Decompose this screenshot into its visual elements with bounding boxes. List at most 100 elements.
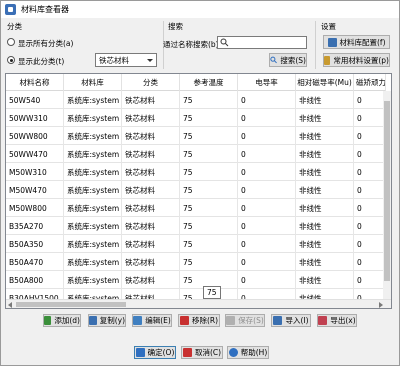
table-row[interactable]: M50W800 系统库:system 铁芯材料 75 0 非线性 0 (6, 199, 386, 217)
search-button[interactable]: 搜索(S) (269, 53, 307, 67)
table-cell[interactable]: 75 (180, 109, 238, 127)
table-cell[interactable]: 0 (238, 271, 296, 289)
table-cell[interactable]: 系统库:system (64, 217, 122, 235)
table-row[interactable]: 50WW310 系统库:system 铁芯材料 75 0 非线性 0 (6, 109, 386, 127)
table-cell[interactable]: 0 (354, 91, 386, 109)
cancel-button[interactable]: 取消(C) (181, 346, 223, 359)
table-cell[interactable]: 0 (238, 145, 296, 163)
table-cell[interactable]: 铁芯材料 (122, 145, 180, 163)
table-cell[interactable]: 系统库:system (64, 181, 122, 199)
table-cell[interactable]: 系统库:system (64, 253, 122, 271)
save-button[interactable]: 保存(S) (225, 314, 265, 327)
table-row[interactable]: 50W540 系统库:system 铁芯材料 75 0 非线性 0 (6, 91, 386, 109)
table-cell[interactable]: M50W470 (6, 181, 64, 199)
table-cell[interactable]: 铁芯材料 (122, 253, 180, 271)
common-material-settings-button[interactable]: 常用材料设置(p) (323, 53, 390, 67)
table-cell[interactable]: 系统库:system (64, 145, 122, 163)
table-row[interactable]: B35A270 系统库:system 铁芯材料 75 0 非线性 0 (6, 217, 386, 235)
export-button[interactable]: 导出(x) (317, 314, 357, 327)
edit-button[interactable]: 编辑(E) (132, 314, 172, 327)
table-cell[interactable]: 系统库:system (64, 91, 122, 109)
table-cell[interactable]: M50W310 (6, 163, 64, 181)
table-cell[interactable]: 铁芯材料 (122, 163, 180, 181)
table-cell[interactable]: 0 (238, 235, 296, 253)
table-row[interactable]: M50W470 系统库:system 铁芯材料 75 0 非线性 0 (6, 181, 386, 199)
show-all-categories-label[interactable]: 显示所有分类(a) (18, 38, 73, 49)
vertical-scrollbar[interactable] (383, 91, 391, 300)
library-config-button[interactable]: 材料库配置(f) (323, 35, 390, 49)
table-cell[interactable]: 0 (238, 127, 296, 145)
table-cell[interactable]: 非线性 (296, 271, 354, 289)
materials-table[interactable]: 材料名称 材料库 分类 参考温度 电导率 相对磁导率(Mu) 磁矫顽力( 50W… (5, 73, 392, 309)
table-cell[interactable]: 铁芯材料 (122, 217, 180, 235)
table-cell[interactable]: 铁芯材料 (122, 91, 180, 109)
table-cell[interactable]: 50WW470 (6, 145, 64, 163)
table-cell[interactable]: 非线性 (296, 253, 354, 271)
table-cell[interactable]: 75 (180, 127, 238, 145)
table-row[interactable]: 50WW800 系统库:system 铁芯材料 75 0 非线性 0 (6, 127, 386, 145)
table-cell[interactable]: 非线性 (296, 145, 354, 163)
table-row[interactable]: 50WW470 系统库:system 铁芯材料 75 0 非线性 0 (6, 145, 386, 163)
table-cell[interactable]: 铁芯材料 (122, 181, 180, 199)
table-cell[interactable]: 75 (180, 163, 238, 181)
table-row[interactable]: B50A350 系统库:system 铁芯材料 75 0 非线性 0 (6, 235, 386, 253)
table-cell[interactable]: 非线性 (296, 163, 354, 181)
scrollbar-thumb[interactable] (384, 101, 390, 281)
scrollbar-thumb[interactable] (16, 302, 126, 307)
column-header[interactable]: 参考温度 (180, 74, 238, 91)
table-cell[interactable]: B35A270 (6, 217, 64, 235)
table-cell[interactable]: 非线性 (296, 91, 354, 109)
table-cell[interactable]: 0 (238, 217, 296, 235)
add-button[interactable]: 添加(d) (43, 314, 81, 327)
table-cell[interactable]: 铁芯材料 (122, 127, 180, 145)
table-cell[interactable]: 75 (180, 217, 238, 235)
table-cell[interactable]: 非线性 (296, 235, 354, 253)
show-this-category-radio[interactable] (7, 56, 15, 64)
remove-button[interactable]: 移除(R) (178, 314, 220, 327)
table-cell[interactable]: 铁芯材料 (122, 199, 180, 217)
table-cell[interactable]: 0 (354, 271, 386, 289)
import-button[interactable]: 导入(I) (271, 314, 311, 327)
table-cell[interactable]: 系统库:system (64, 199, 122, 217)
table-cell[interactable]: 75 (180, 181, 238, 199)
table-cell[interactable]: 0 (354, 109, 386, 127)
table-cell[interactable]: 系统库:system (64, 235, 122, 253)
show-this-category-label[interactable]: 显示此分类(t) (18, 56, 64, 67)
table-cell[interactable]: 0 (354, 163, 386, 181)
table-cell[interactable]: 系统库:system (64, 127, 122, 145)
table-cell[interactable]: 50W540 (6, 91, 64, 109)
table-cell[interactable]: 0 (354, 181, 386, 199)
search-input[interactable] (217, 36, 307, 49)
category-select[interactable]: 铁芯材料 (95, 53, 157, 67)
table-cell[interactable]: 铁芯材料 (122, 271, 180, 289)
table-cell[interactable]: 系统库:system (64, 163, 122, 181)
scroll-right-icon[interactable] (379, 302, 383, 308)
column-header[interactable]: 磁矫顽力( (354, 74, 386, 91)
table-cell[interactable]: 非线性 (296, 217, 354, 235)
table-cell[interactable]: 非线性 (296, 181, 354, 199)
table-row[interactable]: M50W310 系统库:system 铁芯材料 75 0 非线性 0 (6, 163, 386, 181)
table-cell[interactable]: 系统库:system (64, 109, 122, 127)
table-cell[interactable]: 50WW800 (6, 127, 64, 145)
table-cell[interactable]: 0 (238, 253, 296, 271)
table-cell[interactable]: 系统库:system (64, 271, 122, 289)
table-cell[interactable]: 75 (180, 145, 238, 163)
column-header[interactable]: 材料库 (64, 74, 122, 91)
column-header[interactable]: 相对磁导率(Mu) (296, 74, 354, 91)
table-cell[interactable]: 50WW310 (6, 109, 64, 127)
table-cell[interactable]: 铁芯材料 (122, 235, 180, 253)
scroll-left-icon[interactable] (8, 302, 12, 308)
table-row[interactable]: B50A470 系统库:system 铁芯材料 75 0 非线性 0 (6, 253, 386, 271)
table-cell[interactable]: 0 (238, 163, 296, 181)
help-button[interactable]: 帮助(H) (227, 346, 269, 359)
table-cell[interactable]: 0 (354, 217, 386, 235)
table-cell[interactable]: 非线性 (296, 127, 354, 145)
table-cell[interactable]: 75 (180, 253, 238, 271)
table-cell[interactable]: 0 (238, 109, 296, 127)
table-cell[interactable]: 0 (354, 253, 386, 271)
table-cell[interactable]: 0 (238, 181, 296, 199)
table-cell[interactable]: 非线性 (296, 109, 354, 127)
table-cell[interactable]: 0 (354, 145, 386, 163)
table-cell[interactable]: 0 (238, 199, 296, 217)
table-cell[interactable]: 非线性 (296, 199, 354, 217)
